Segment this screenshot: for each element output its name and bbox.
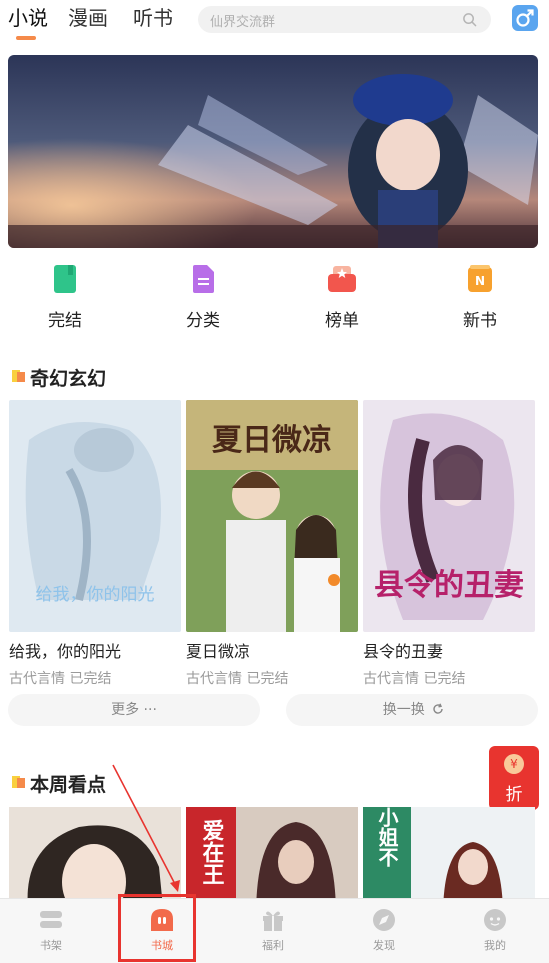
cover-title-text: 四小姐不 [375, 807, 399, 867]
book-title: 给我，你的阳光 [9, 642, 122, 661]
book-meta: 古代言情 已完结 [9, 671, 112, 687]
more-button-label: 更多 ··· [111, 702, 157, 718]
discount-label: 折 [505, 785, 523, 805]
search-placeholder: 仙界交流群 [210, 15, 276, 30]
nav-label: 发现 [373, 939, 395, 952]
section-title: 奇幻玄幻 [30, 368, 107, 390]
quick-nav-label: 完结 [48, 311, 82, 331]
svg-text:N: N [475, 274, 485, 288]
quick-nav-ranking[interactable]: 榜单 [297, 264, 387, 331]
refresh-button-label: 换一换 [382, 702, 425, 718]
profile-icon [484, 909, 506, 931]
book-title: 夏日微凉 [186, 642, 251, 661]
cover-title-text: 夏日微凉 [212, 423, 332, 458]
nav-label: 书架 [40, 939, 62, 952]
tab-novel[interactable]: 小说 [8, 2, 48, 31]
annotation-highlight-box [118, 894, 196, 962]
section-mark-icon [12, 370, 25, 382]
search-input[interactable]: 仙界交流群 [198, 6, 491, 33]
gift-icon [263, 911, 283, 931]
book-title: 县令的丑妻 [363, 642, 444, 661]
banner-carousel[interactable] [8, 55, 538, 248]
tab-audiobook[interactable]: 听书 [133, 2, 173, 31]
cover-title-text: 爱在王 [199, 819, 225, 885]
more-button[interactable]: 更多 ··· [8, 694, 260, 726]
n-badge-orange-icon: N [468, 265, 492, 292]
search-icon[interactable] [462, 12, 477, 27]
star-card-red-icon [328, 266, 356, 292]
nav-label: 福利 [262, 939, 284, 952]
coin-icon: ¥ [504, 754, 524, 774]
refresh-icon [433, 703, 443, 714]
book-card[interactable]: 夏日微凉 夏日微凉 古代言情 已完结 [186, 400, 358, 688]
active-tab-indicator [16, 36, 36, 40]
book-cover: 夏日微凉 [186, 400, 358, 632]
quick-nav-label: 新书 [463, 311, 497, 331]
bottom-navigation: 书架 书城 福利 发现 我的 [0, 898, 549, 963]
book-card[interactable]: 县令的丑妻 县令的丑妻 古代言情 已完结 [363, 400, 535, 688]
nav-profile[interactable]: 我的 [460, 907, 530, 953]
nav-bookshelf[interactable]: 书架 [16, 907, 86, 953]
book-card[interactable]: 给我，你的阳光 给我，你的阳光 古代言情 已完结 [9, 400, 181, 688]
book-cover: 县令的丑妻 [363, 400, 535, 632]
nav-welfare[interactable]: 福利 [238, 907, 308, 953]
book-meta: 古代言情 已完结 [363, 671, 466, 687]
quick-nav-new[interactable]: N 新书 [435, 264, 525, 331]
quick-nav-completed[interactable]: 完结 [20, 264, 110, 331]
discount-badge[interactable]: ¥ 折 [489, 746, 539, 810]
book-meta: 古代言情 已完结 [186, 671, 289, 687]
document-purple-icon [193, 265, 214, 293]
male-icon[interactable] [512, 5, 538, 31]
quick-nav-label: 分类 [186, 311, 220, 331]
tab-comic[interactable]: 漫画 [68, 2, 108, 31]
top-bar: 小说 漫画 听书 仙界交流群 [0, 0, 549, 48]
bookshelf-icon [40, 911, 62, 928]
cover-title-text: 县令的丑妻 [374, 568, 524, 603]
cover-title-text: 给我，你的阳光 [36, 585, 155, 605]
book-green-icon [54, 265, 76, 293]
book-cover: 给我，你的阳光 [9, 400, 181, 632]
nav-label: 我的 [484, 939, 506, 952]
nav-discover[interactable]: 发现 [349, 907, 419, 953]
refresh-button[interactable]: 换一换 [286, 694, 538, 726]
quick-nav-label: 榜单 [325, 311, 359, 331]
section-mark-icon [12, 776, 25, 788]
section-title: 本周看点 [30, 774, 107, 796]
quick-nav-category[interactable]: 分类 [158, 264, 248, 331]
discover-icon [373, 909, 395, 931]
